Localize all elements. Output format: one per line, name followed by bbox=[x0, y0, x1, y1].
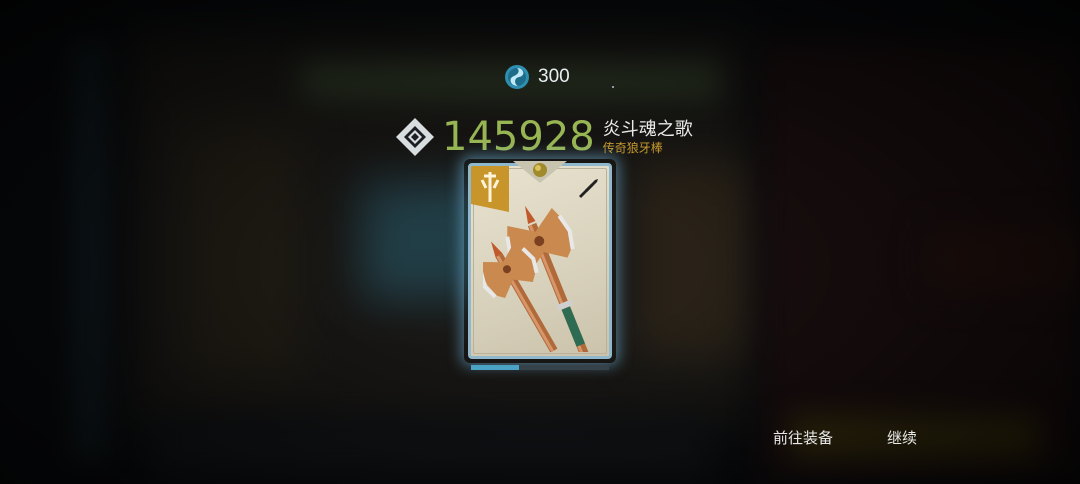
item-rarity: 传奇狼牙棒 bbox=[602, 141, 663, 155]
currency-display: 300 bbox=[504, 64, 570, 90]
item-card[interactable] bbox=[468, 161, 612, 359]
decorative-dot bbox=[612, 86, 614, 88]
item-power-value: 145928 bbox=[442, 114, 595, 160]
weapon-type-icon bbox=[579, 179, 598, 198]
continue-button[interactable]: 继续 bbox=[887, 427, 917, 449]
go-equip-button[interactable]: 前往装备 bbox=[773, 427, 833, 449]
power-gem-icon bbox=[396, 118, 434, 156]
currency-amount: 300 bbox=[538, 66, 570, 87]
card-progress-fill bbox=[471, 365, 520, 370]
item-power-row: 145928 炎斗魂之歌 传奇狼牙棒 bbox=[394, 114, 693, 160]
spirit-orb-icon bbox=[505, 65, 529, 89]
item-name: 炎斗魂之歌 bbox=[602, 119, 693, 140]
card-progress-bar bbox=[471, 365, 609, 370]
twin-axes-art bbox=[483, 205, 589, 352]
card-gem-socket-icon bbox=[513, 161, 567, 183]
warrior-class-icon bbox=[471, 166, 509, 212]
